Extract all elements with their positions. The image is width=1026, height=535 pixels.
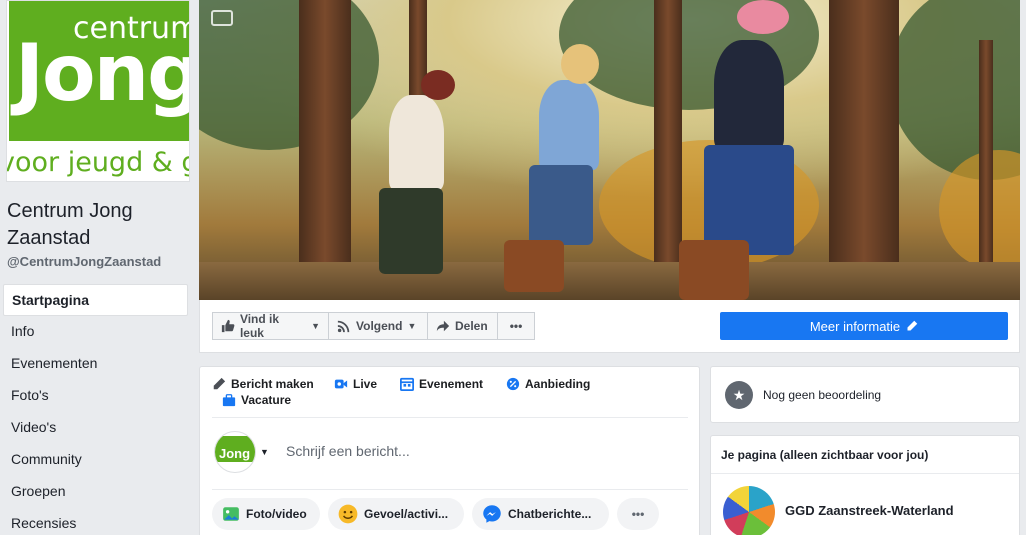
rating-text: Nog geen beoordeling <box>763 388 882 402</box>
post-composer: Bericht maken Live Evenement Aanbieding … <box>199 366 700 535</box>
follow-button[interactable]: Volgend ▼ <box>328 312 428 340</box>
calendar-icon <box>400 377 414 391</box>
share-label: Delen <box>455 319 488 333</box>
more-info-label: Meer informatie <box>809 318 901 334</box>
page-title[interactable]: Centrum Jong Zaanstad <box>7 198 187 252</box>
percent-badge-icon <box>506 377 520 391</box>
chat-messages-label: Chatberichte... <box>508 507 592 521</box>
share-arrow-icon <box>436 320 450 332</box>
profile-logo[interactable]: centrum Jong voor jeugd & gezin <box>6 0 190 182</box>
nav-item-info[interactable]: Info <box>3 316 188 348</box>
page-handle[interactable]: @CentrumJongZaanstad <box>7 254 161 269</box>
photo-video-label: Foto/video <box>246 507 307 521</box>
thumbs-up-icon <box>221 319 235 333</box>
tab-offer-label: Aanbieding <box>525 377 591 391</box>
photo-icon <box>223 507 239 521</box>
rating-card: ★ Nog geen beoordeling <box>710 366 1020 423</box>
cover-child-jeans <box>704 145 794 255</box>
page-action-bar: Vind ik leuk ▼ Volgend ▼ Delen ••• Meer … <box>199 300 1020 353</box>
cover-child-shirt <box>539 80 599 170</box>
feeling-activity-label: Gevoel/activi... <box>364 507 449 521</box>
more-info-button[interactable]: Meer informatie <box>720 312 1008 340</box>
left-column: centrum Jong voor jeugd & gezin Centrum … <box>0 0 196 535</box>
chat-messages-button[interactable]: Chatberichte... <box>472 498 609 530</box>
linked-page-avatar[interactable] <box>723 486 775 535</box>
logo-text-jong: Jong <box>15 29 190 119</box>
nav-item-evenementen[interactable]: Evenementen <box>3 348 188 380</box>
like-button[interactable]: Vind ik leuk ▼ <box>212 312 329 340</box>
avatar[interactable]: Jong <box>214 431 256 473</box>
chevron-down-icon: ▼ <box>311 321 320 331</box>
pencil-icon <box>907 320 918 331</box>
briefcase-icon <box>222 394 236 407</box>
cover-child-sweater <box>389 95 444 190</box>
live-video-icon <box>334 379 348 389</box>
cover-tree-trunk <box>829 0 899 300</box>
divider <box>212 489 688 490</box>
camera-icon[interactable] <box>211 10 233 26</box>
feeling-activity-button[interactable]: Gevoel/activi... <box>328 498 464 530</box>
linked-page-name[interactable]: GGD Zaanstreek-Waterland <box>785 503 954 518</box>
share-button[interactable]: Delen <box>427 312 498 340</box>
nav-item-startpagina[interactable]: Startpagina <box>3 284 188 316</box>
tab-create-post[interactable]: Bericht maken <box>212 377 314 391</box>
pencil-icon <box>213 377 226 390</box>
avatar-logo-bg: Jong <box>215 436 255 462</box>
like-label: Vind ik leuk <box>239 312 280 340</box>
page-nav: Startpagina Info Evenementen Foto's Vide… <box>3 284 188 535</box>
star-icon: ★ <box>725 381 753 409</box>
cover-child-hat <box>421 70 455 100</box>
cover-child-pants <box>379 188 443 274</box>
tab-live-label: Live <box>353 377 378 391</box>
cover-tree-trunk <box>979 40 993 300</box>
photo-video-button[interactable]: Foto/video <box>212 498 320 530</box>
your-page-header: Je pagina (alleen zichtbaar voor jou) <box>721 448 929 462</box>
more-dots-icon: ••• <box>509 319 523 333</box>
tab-live[interactable]: Live <box>334 377 377 391</box>
cover-ground <box>199 262 1020 300</box>
chevron-down-icon: ▼ <box>407 321 417 331</box>
cover-tree-trunk <box>299 0 351 300</box>
messenger-icon <box>483 505 501 523</box>
cover-child-jeans <box>529 165 593 245</box>
more-dots-icon: ••• <box>631 507 645 521</box>
your-page-card: Je pagina (alleen zichtbaar voor jou) GG… <box>710 435 1020 535</box>
cover-tree-trunk <box>654 0 682 300</box>
logo-tagline: voor jeugd & gezin <box>7 147 189 178</box>
cover-child-hair <box>561 44 599 84</box>
divider <box>212 417 688 418</box>
tab-job-label: Vacature <box>241 393 292 407</box>
tab-create-post-label: Bericht maken <box>231 377 314 391</box>
nav-item-videos[interactable]: Video's <box>3 412 188 444</box>
cover-photo[interactable] <box>199 0 1020 300</box>
composer-more-button[interactable]: ••• <box>617 498 659 530</box>
post-input[interactable]: Schrijf een bericht... <box>286 443 410 459</box>
cover-child-hat <box>737 0 789 34</box>
avatar-logo-text: Jong <box>219 446 251 461</box>
cover-child-boots <box>679 240 749 300</box>
tab-event[interactable]: Evenement <box>400 377 483 391</box>
divider <box>711 473 1019 474</box>
cover-child-boots <box>504 240 564 292</box>
cover-child-vest <box>714 40 784 150</box>
nav-item-fotos[interactable]: Foto's <box>3 380 188 412</box>
logo-background: centrum Jong <box>9 1 189 141</box>
chevron-down-icon[interactable]: ▼ <box>260 447 269 457</box>
follow-label: Volgend <box>356 319 403 333</box>
tab-offer[interactable]: Aanbieding <box>506 377 590 391</box>
nav-item-groepen[interactable]: Groepen <box>3 476 188 508</box>
nav-item-recensies[interactable]: Recensies <box>3 508 188 535</box>
more-options-button[interactable]: ••• <box>497 312 535 340</box>
smiley-icon <box>338 504 358 524</box>
tab-event-label: Evenement <box>419 377 484 391</box>
tab-job[interactable]: Vacature <box>222 393 291 407</box>
rss-icon <box>337 320 350 333</box>
nav-item-community[interactable]: Community <box>3 444 188 476</box>
